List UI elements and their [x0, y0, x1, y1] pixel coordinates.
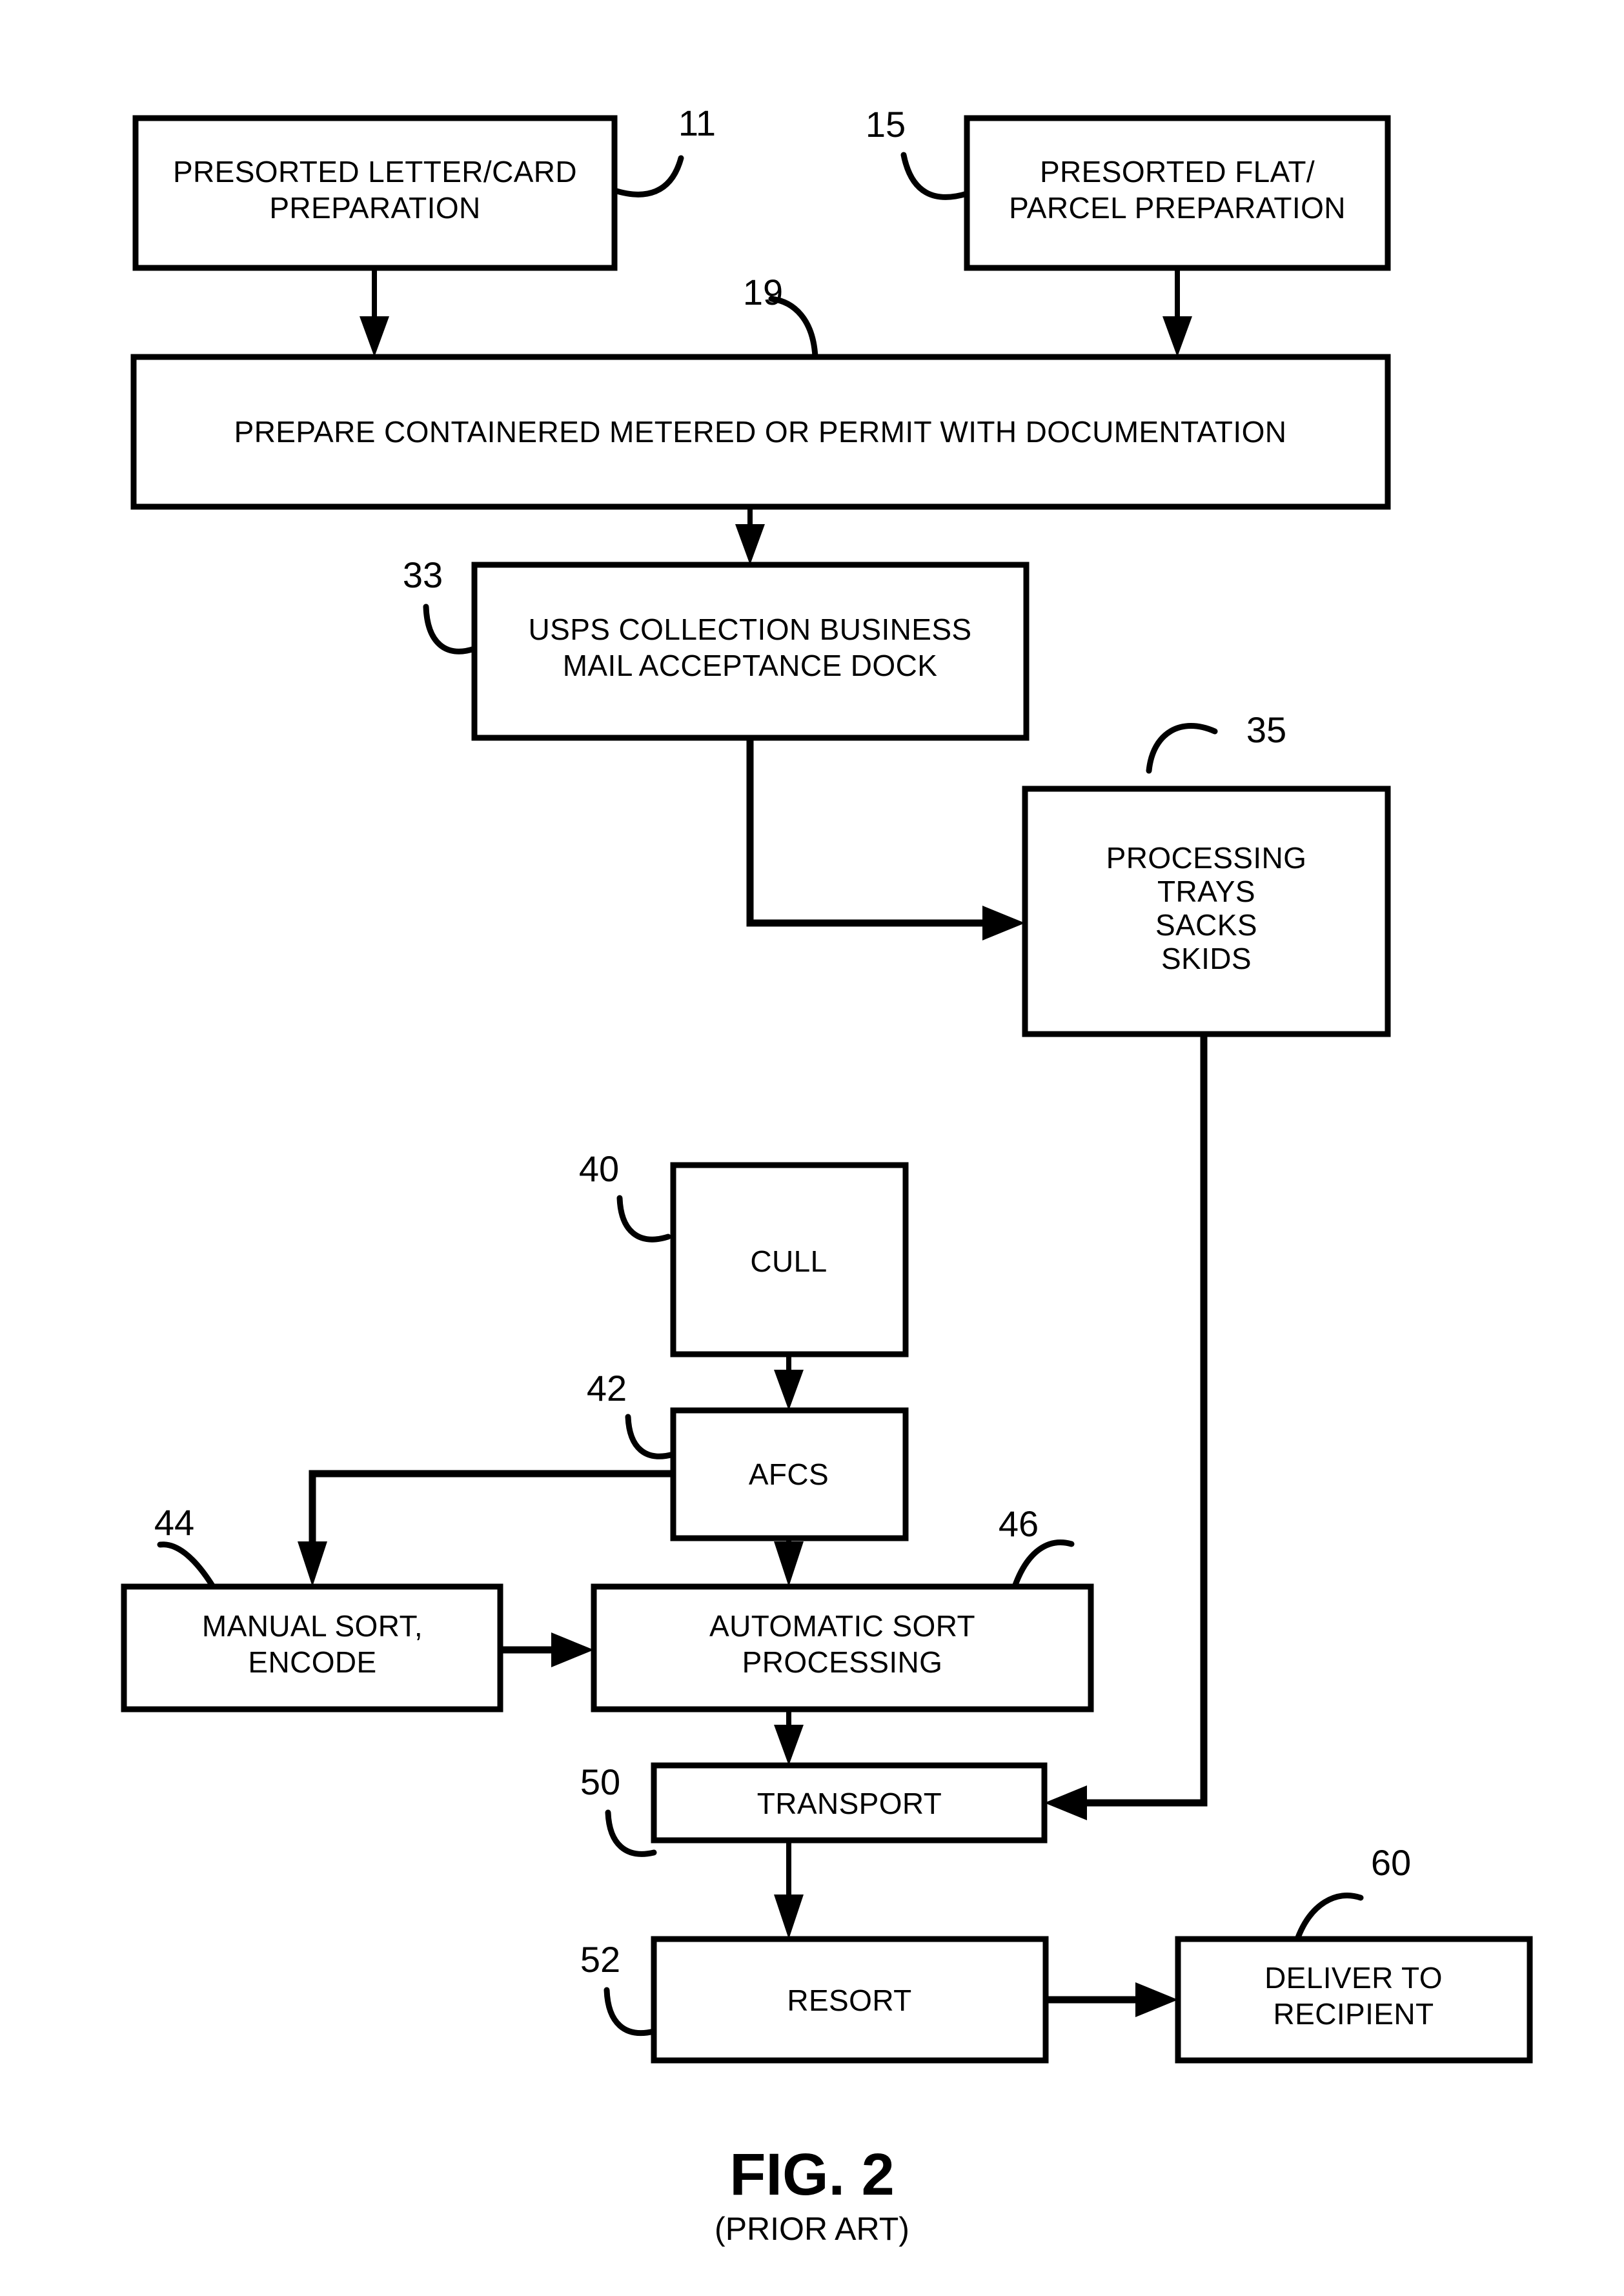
node-transport[interactable]: TRANSPORT — [651, 1762, 1048, 1844]
node-prepare-containered[interactable]: PREPARE CONTAINERED METERED OR PERMIT WI… — [130, 354, 1391, 510]
ref-number-50: 50 — [580, 1762, 620, 1802]
node-processing-containers-line3: SACKS — [1155, 908, 1257, 942]
leader-50 — [605, 1809, 657, 1857]
connector-transport-to-resort — [774, 1840, 804, 1939]
connector-15-to-19 — [1162, 268, 1192, 357]
node-prepare-containered-line1: PREPARE CONTAINERED METERED OR PERMIT WI… — [234, 415, 1287, 449]
node-presorted-flat-parcel-line1: PRESORTED FLAT/ — [1040, 155, 1315, 188]
node-transport-label: TRANSPORT — [757, 1787, 942, 1820]
patent-figure-page: PRESORTED LETTER/CARD PREPARATION 11 PRE… — [0, 0, 1624, 2296]
node-resort[interactable]: RESORT — [651, 1936, 1049, 2064]
leader-15 — [900, 152, 970, 200]
leader-52 — [604, 1987, 657, 2037]
node-deliver[interactable]: DELIVER TO RECIPIENT — [1175, 1936, 1533, 2064]
connector-cull-to-afcs — [774, 1354, 804, 1410]
node-automatic-sort-line1: AUTOMATIC SORT — [709, 1609, 975, 1643]
ref-number-15: 15 — [866, 104, 906, 145]
ref-number-11: 11 — [678, 103, 716, 143]
node-afcs[interactable]: AFCS — [670, 1407, 909, 1541]
node-usps-collection-line2: MAIL ACCEPTANCE DOCK — [563, 649, 938, 682]
node-presorted-letter-card[interactable]: PRESORTED LETTER/CARD PREPARATION — [132, 115, 618, 271]
node-usps-collection[interactable]: USPS COLLECTION BUSINESS MAIL ACCEPTANCE… — [471, 562, 1030, 741]
node-manual-sort[interactable]: MANUAL SORT, ENCODE — [121, 1583, 503, 1712]
leader-40 — [616, 1195, 671, 1243]
node-processing-containers-line4: SKIDS — [1161, 942, 1252, 975]
node-deliver-line2: RECIPIENT — [1274, 1997, 1434, 2031]
node-resort-label: RESORT — [787, 1984, 911, 2017]
ref-number-42: 42 — [587, 1368, 627, 1408]
node-processing-containers-line1: PROCESSING — [1106, 841, 1307, 875]
connector-manual-to-automatic — [500, 1632, 594, 1667]
flowchart-canvas: PRESORTED LETTER/CARD PREPARATION 11 PRE… — [121, 103, 1533, 2247]
connector-afcs-to-automatic-sort — [774, 1538, 804, 1587]
node-usps-collection-line1: USPS COLLECTION BUSINESS — [529, 613, 972, 646]
ref-number-52: 52 — [580, 1939, 620, 1980]
leader-44 — [157, 1541, 216, 1590]
connector-afcs-to-manual-sort — [298, 1470, 673, 1587]
ref-number-35: 35 — [1246, 709, 1286, 750]
connector-automatic-to-transport — [774, 1709, 804, 1765]
leader-46 — [1011, 1539, 1075, 1590]
ref-number-19: 19 — [743, 272, 783, 312]
leader-33 — [423, 604, 478, 655]
figure-subtitle: (PRIOR ART) — [715, 2211, 909, 2247]
node-automatic-sort[interactable]: AUTOMATIC SORT PROCESSING — [591, 1583, 1094, 1712]
node-automatic-sort-line2: PROCESSING — [742, 1645, 943, 1679]
node-deliver-line1: DELIVER TO — [1264, 1961, 1443, 1995]
leader-42 — [625, 1414, 676, 1459]
leader-60 — [1294, 1892, 1364, 1942]
leader-11 — [611, 155, 684, 198]
figure-title: FIG. 2 — [729, 2142, 895, 2208]
connector-19-to-33 — [735, 507, 765, 565]
node-presorted-flat-parcel[interactable]: PRESORTED FLAT/ PARCEL PREPARATION — [964, 115, 1391, 271]
connector-resort-to-deliver — [1046, 1982, 1178, 2017]
node-presorted-letter-card-line2: PREPARATION — [269, 191, 480, 225]
node-cull[interactable]: CULL — [670, 1162, 909, 1357]
ref-number-46: 46 — [999, 1503, 1039, 1544]
node-processing-containers[interactable]: PROCESSING TRAYS SACKS SKIDS — [1022, 786, 1391, 1037]
ref-number-60: 60 — [1371, 1842, 1411, 1883]
node-cull-label: CULL — [750, 1245, 827, 1278]
ref-number-44: 44 — [154, 1502, 194, 1543]
node-manual-sort-line1: MANUAL SORT, — [202, 1609, 423, 1643]
node-presorted-flat-parcel-line2: PARCEL PREPARATION — [1009, 191, 1346, 225]
node-afcs-label: AFCS — [749, 1458, 829, 1491]
node-processing-containers-line2: TRAYS — [1157, 875, 1255, 908]
leader-35 — [1146, 723, 1218, 774]
ref-number-40: 40 — [579, 1148, 619, 1189]
connector-11-to-19 — [360, 268, 389, 357]
node-manual-sort-line2: ENCODE — [248, 1645, 376, 1679]
node-presorted-letter-card-line1: PRESORTED LETTER/CARD — [173, 155, 577, 188]
connector-33-to-35 — [746, 738, 1025, 940]
ref-number-33: 33 — [403, 554, 443, 595]
